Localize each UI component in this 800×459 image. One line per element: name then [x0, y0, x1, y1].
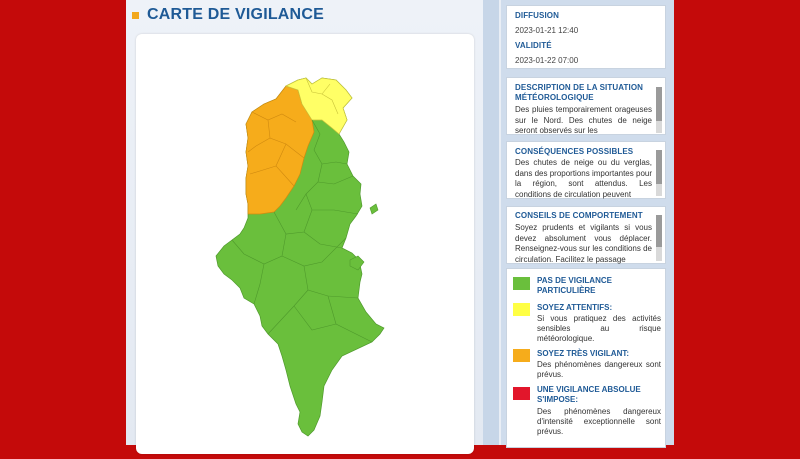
title-row: CARTE DE VIGILANCE	[132, 6, 324, 24]
legend-desc-red: Des phénomènes dangereux d'intensité exc…	[537, 407, 661, 436]
title-bullet-icon	[132, 11, 139, 19]
advice-card: CONSEILS DE COMPORTEMENT Soyez prudents …	[506, 206, 666, 264]
app-frame: CARTE DE VIGILANCE DIFFUSION 2023-01-21 …	[126, 0, 674, 454]
consequences-card: CONSÉQUENCES POSSIBLES Des chutes de nei…	[506, 141, 666, 199]
map-column: CARTE DE VIGILANCE	[126, 0, 483, 454]
legend-card: PAS DE VIGILANCE PARTICULIÈRE SOYEZ ATTE…	[506, 268, 666, 448]
legend-title-red: UNE VIGILANCE ABSOLUE S'IMPOSE:	[537, 385, 641, 404]
legend-swatch-yellow	[513, 303, 530, 316]
description-text: Des pluies temporairement orageuses sur …	[515, 105, 652, 135]
legend-yellow: SOYEZ ATTENTIFS: Si vous pratiquez des a…	[513, 303, 663, 347]
description-card: DESCRIPTION DE LA SITUATION MÉTÉOROLOGIQ…	[506, 77, 666, 135]
legend-swatch-green	[513, 277, 530, 290]
dates-card: DIFFUSION 2023-01-21 12:40 VALIDITÉ 2023…	[506, 5, 666, 69]
description-scrollbar[interactable]	[656, 87, 662, 133]
diffusion-value: 2023-01-21 12:40	[515, 26, 579, 35]
legend-orange: SOYEZ TRÈS VIGILANT: Des phénomènes dang…	[513, 349, 663, 383]
advice-title: CONSEILS DE COMPORTEMENT	[515, 211, 643, 220]
consequences-title: CONSÉQUENCES POSSIBLES	[515, 147, 634, 156]
legend-title-green: PAS DE VIGILANCE PARTICULIÈRE	[537, 276, 612, 295]
tunisia-vigilance-map[interactable]	[136, 34, 474, 454]
legend-title-yellow: SOYEZ ATTENTIFS:	[537, 303, 613, 312]
validite-label: VALIDITÉ	[515, 41, 552, 50]
legend-title-orange: SOYEZ TRÈS VIGILANT:	[537, 349, 630, 358]
consequences-scrollbar[interactable]	[656, 150, 662, 196]
consequences-text: Des chutes de neige ou du verglas, dans …	[515, 158, 652, 199]
legend-green: PAS DE VIGILANCE PARTICULIÈRE	[513, 275, 663, 301]
info-sidebar: DIFFUSION 2023-01-21 12:40 VALIDITÉ 2023…	[501, 0, 674, 448]
advice-text: Soyez prudents et vigilants si vous deve…	[515, 223, 652, 264]
advice-scrollbar[interactable]	[656, 215, 662, 261]
legend-desc-orange: Des phénomènes dangereux sont prévus.	[537, 360, 661, 379]
page-title: CARTE DE VIGILANCE	[147, 6, 324, 23]
legend-red: UNE VIGILANCE ABSOLUE S'IMPOSE: Des phén…	[513, 385, 663, 445]
island-kerkennah[interactable]	[369, 203, 379, 215]
diffusion-label: DIFFUSION	[515, 11, 560, 20]
validite-value: 2023-01-22 07:00	[515, 56, 579, 65]
description-title: DESCRIPTION DE LA SITUATION MÉTÉOROLOGIQ…	[515, 83, 644, 102]
legend-swatch-orange	[513, 349, 530, 362]
legend-desc-yellow: Si vous pratiquez des activités sensible…	[537, 314, 661, 343]
legend-swatch-red	[513, 387, 530, 400]
column-divider	[483, 0, 499, 445]
map-panel	[136, 34, 474, 454]
